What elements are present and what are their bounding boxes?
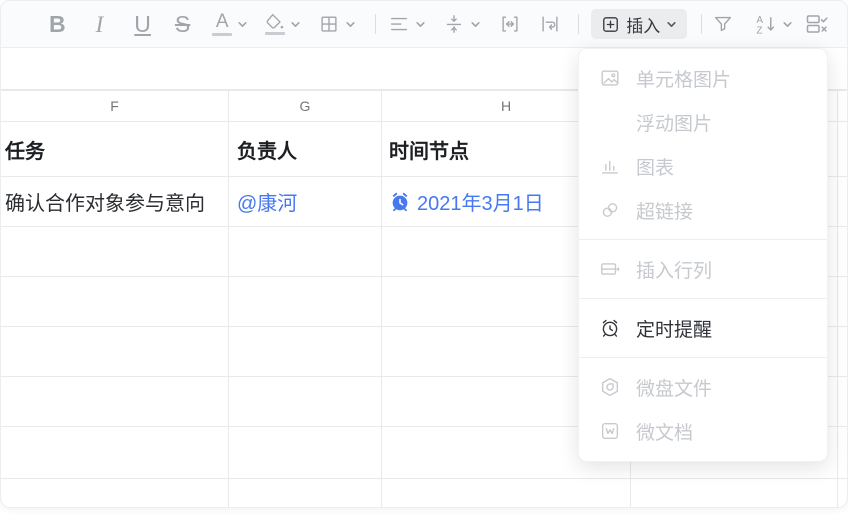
- menu-item-floating-image[interactable]: 浮动图片: [579, 100, 827, 144]
- cell-task-value[interactable]: 确认合作对象参与意向: [1, 177, 229, 227]
- svg-text:A: A: [757, 15, 764, 26]
- menu-divider: [579, 239, 827, 240]
- bold-button[interactable]: B: [49, 13, 66, 36]
- chevron-down-icon: [782, 19, 793, 30]
- menu-item-drive-file[interactable]: 微盘文件: [579, 365, 827, 409]
- insert-button-label: 插入: [626, 12, 660, 37]
- mention-link[interactable]: @康河: [237, 187, 297, 216]
- chart-icon: [599, 155, 621, 177]
- mini-doc-icon: [599, 420, 621, 442]
- menu-item-chart[interactable]: 图表: [579, 144, 827, 188]
- filter-button[interactable]: [712, 13, 734, 35]
- fill-color-icon: [265, 13, 285, 35]
- cell[interactable]: [382, 479, 631, 508]
- cell[interactable]: [229, 479, 382, 508]
- cell-image-icon: [599, 67, 621, 89]
- font-color-icon: A: [212, 12, 232, 36]
- cell[interactable]: [1, 277, 229, 327]
- drive-file-icon: [599, 376, 621, 398]
- strikethrough-button[interactable]: S: [175, 13, 190, 36]
- toolbar-separator: [578, 14, 579, 34]
- wrap-text-icon: [538, 13, 562, 35]
- toolbar-separator: [701, 14, 702, 34]
- chevron-down-icon: [237, 19, 248, 30]
- cell[interactable]: [1, 227, 229, 277]
- cell[interactable]: [229, 377, 382, 427]
- insert-rows-icon: [599, 258, 621, 280]
- horizontal-align-button[interactable]: [388, 13, 426, 35]
- timed-reminder-icon: [599, 317, 621, 339]
- column-width-button[interactable]: [498, 13, 522, 35]
- filter-icon: [712, 13, 734, 35]
- menu-item-mini-doc[interactable]: 微文档: [579, 409, 827, 453]
- toolbar-separator: [375, 14, 376, 34]
- insert-plus-icon: [601, 15, 620, 34]
- column-header-g[interactable]: G: [229, 90, 382, 122]
- vertical-align-icon: [443, 13, 465, 35]
- cell[interactable]: [229, 327, 382, 377]
- menu-item-timed-reminder[interactable]: 定时提醒: [579, 306, 827, 350]
- hyperlink-icon: [599, 199, 621, 221]
- cell[interactable]: [631, 479, 838, 508]
- cell[interactable]: [229, 277, 382, 327]
- data-validation-button[interactable]: [805, 12, 829, 36]
- cell[interactable]: [1, 327, 229, 377]
- empty-row: [1, 479, 847, 508]
- underline-button[interactable]: U: [134, 13, 151, 36]
- menu-divider: [579, 357, 827, 358]
- cell[interactable]: [838, 227, 847, 277]
- cell[interactable]: [838, 377, 847, 427]
- chevron-down-icon: [415, 19, 426, 30]
- cell[interactable]: [838, 479, 847, 508]
- cell[interactable]: [838, 177, 847, 227]
- chevron-down-icon: [666, 19, 677, 30]
- cell[interactable]: [1, 377, 229, 427]
- borders-icon: [318, 13, 340, 35]
- date-link[interactable]: 2021年3月1日: [417, 187, 544, 216]
- italic-button[interactable]: I: [92, 13, 108, 36]
- font-color-button[interactable]: A: [212, 12, 248, 36]
- no-icon: [599, 111, 621, 133]
- chevron-down-icon: [290, 19, 301, 30]
- fill-color-button[interactable]: [265, 13, 301, 35]
- cell[interactable]: [1, 427, 229, 479]
- vertical-align-button[interactable]: [443, 13, 481, 35]
- sort-button[interactable]: A Z: [754, 13, 793, 36]
- svg-text:Z: Z: [757, 25, 763, 35]
- cell[interactable]: [838, 277, 847, 327]
- cell-owner-header[interactable]: 负责人: [229, 122, 382, 177]
- borders-button[interactable]: [318, 13, 356, 35]
- wrap-text-button[interactable]: [538, 13, 562, 35]
- cell-owner-value[interactable]: @康河: [229, 177, 382, 227]
- menu-item-insert-rows-cols[interactable]: 插入行列: [579, 247, 827, 291]
- cell[interactable]: [229, 427, 382, 479]
- chevron-down-icon: [470, 19, 481, 30]
- menu-item-cell-image[interactable]: 单元格图片: [579, 56, 827, 100]
- insert-button[interactable]: 插入: [591, 9, 687, 39]
- menu-item-hyperlink[interactable]: 超链接: [579, 188, 827, 232]
- sort-icon: A Z: [754, 13, 777, 36]
- data-validation-icon: [805, 12, 829, 36]
- chevron-down-icon: [345, 19, 356, 30]
- cell[interactable]: [1, 479, 229, 508]
- column-width-icon: [498, 13, 522, 35]
- column-header-f[interactable]: F: [1, 90, 229, 122]
- toolbar: B I U S A: [1, 1, 847, 48]
- insert-dropdown-menu: 单元格图片 浮动图片 图表 超链接 插入行列 定时提醒 微盘文件: [578, 48, 828, 462]
- cell[interactable]: [838, 327, 847, 377]
- cell[interactable]: [838, 122, 847, 177]
- cell[interactable]: [229, 227, 382, 277]
- menu-divider: [579, 298, 827, 299]
- alarm-clock-icon: [389, 191, 411, 213]
- cell-task-header[interactable]: 任务: [1, 122, 229, 177]
- cell[interactable]: [838, 427, 847, 479]
- horizontal-align-icon: [388, 13, 410, 35]
- column-header[interactable]: [838, 90, 847, 122]
